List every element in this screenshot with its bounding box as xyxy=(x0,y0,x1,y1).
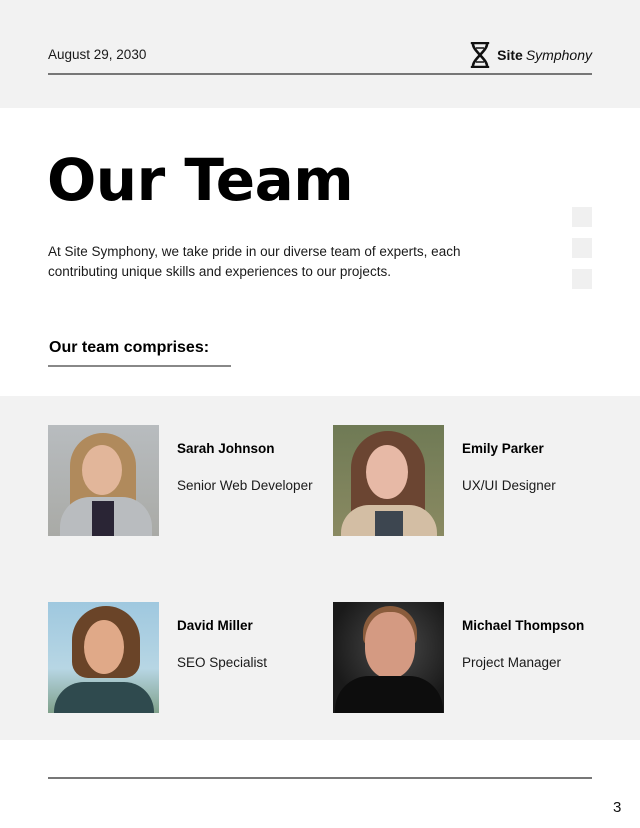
team-member-card: Michael Thompson Project Manager xyxy=(333,602,612,713)
member-role: UX/UI Designer xyxy=(462,478,556,493)
decorative-square xyxy=(572,269,592,289)
page-header: August 29, 2030 Site Symphony xyxy=(0,0,640,108)
intro-paragraph: At Site Symphony, we take pride in our d… xyxy=(48,244,461,279)
brand-name-italic: Symphony xyxy=(525,47,592,63)
photo-emily-parker xyxy=(333,425,444,536)
photo-david-miller xyxy=(48,602,159,713)
header-date: August 29, 2030 xyxy=(48,47,147,62)
footer-divider xyxy=(48,777,592,779)
section-subtitle: Our team comprises: xyxy=(49,339,210,356)
team-grid: Sarah Johnson Senior Web Developer Emily… xyxy=(0,396,640,740)
decorative-squares xyxy=(572,207,592,300)
member-role: Project Manager xyxy=(462,655,562,670)
member-name: Michael Thompson xyxy=(462,618,585,633)
member-name: Emily Parker xyxy=(462,441,544,456)
member-name: Sarah Johnson xyxy=(177,441,275,456)
member-name: David Miller xyxy=(177,618,253,633)
member-role: Senior Web Developer xyxy=(177,478,313,493)
team-member-card: Sarah Johnson Senior Web Developer xyxy=(48,425,327,536)
photo-michael-thompson xyxy=(333,602,444,713)
photo-sarah-johnson xyxy=(48,425,159,536)
team-member-card: Emily Parker UX/UI Designer xyxy=(333,425,612,536)
subtitle-underline xyxy=(48,365,231,367)
brand-logo: Site Symphony xyxy=(469,42,592,68)
dna-icon xyxy=(470,42,490,68)
decorative-square xyxy=(572,238,592,258)
brand-name-bold: Site xyxy=(497,47,523,63)
member-role: SEO Specialist xyxy=(177,655,268,670)
header-divider xyxy=(48,73,592,75)
decorative-square xyxy=(572,207,592,227)
team-member-card: David Miller SEO Specialist xyxy=(48,602,327,713)
page-title: Our Team xyxy=(47,146,354,214)
page-number: 3 xyxy=(613,799,622,816)
